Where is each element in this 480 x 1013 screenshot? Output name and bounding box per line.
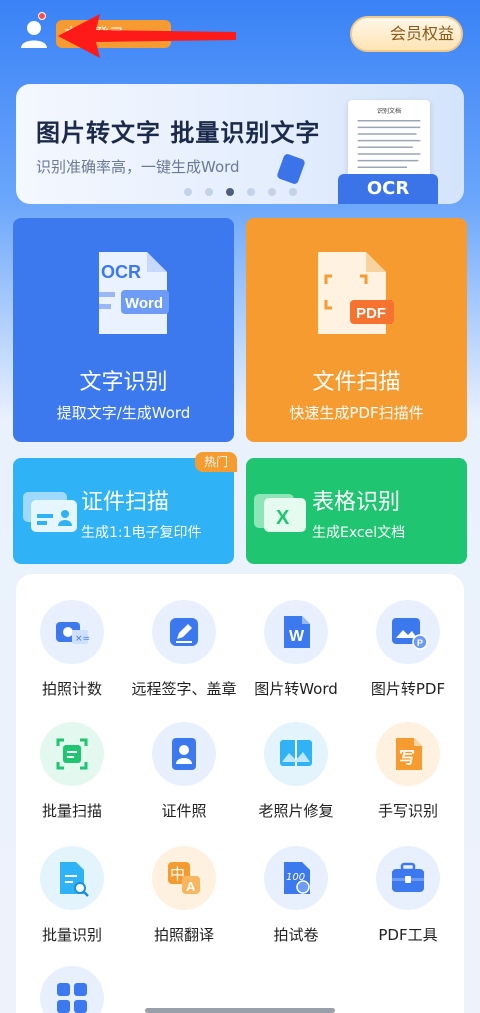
tool-label: 老照片修复 — [258, 802, 334, 820]
user-avatar-icon[interactable] — [18, 18, 50, 50]
tool-image-to-word[interactable]: W 图片转Word — [240, 600, 352, 699]
pagination-dot[interactable] — [184, 188, 192, 196]
tool-batch-recognize[interactable]: 批量识别 — [16, 846, 128, 945]
svg-text:P: P — [417, 638, 423, 648]
pagination-dot[interactable] — [289, 188, 297, 196]
text-recognition-card[interactable]: OCR Word 文字识别 提取文字/生成Word — [13, 218, 234, 442]
exam-paper-icon: 100 — [264, 846, 328, 910]
tool-photo-translate[interactable]: 中 A 拍照翻译 — [128, 846, 240, 945]
tool-label: PDF工具 — [378, 926, 438, 944]
banner-ocr-badge: OCR — [338, 174, 438, 204]
file-scan-subtitle: 快速生成PDF扫描件 — [289, 404, 424, 422]
tool-more-apps[interactable] — [16, 966, 128, 1013]
notification-dot — [38, 12, 46, 20]
batch-scan-icon — [40, 722, 104, 786]
tool-image-to-pdf[interactable]: P 图片转PDF — [352, 600, 464, 699]
tool-pdf-tools[interactable]: PDF工具 — [352, 846, 464, 945]
handwriting-icon: 写 — [376, 722, 440, 786]
word-doc-icon: W — [264, 600, 328, 664]
banner-doc-title: 识别文档 — [376, 108, 401, 115]
tools-panel: ×= 拍照计数 远程签字、盖章 W 图片转Word P 图片转PDF 批量扫描 … — [16, 574, 464, 1013]
pagination-dot-active[interactable] — [226, 188, 234, 196]
tool-label: 远程签字、盖章 — [131, 680, 237, 698]
handwriting-glyph: 写 — [399, 748, 415, 767]
tool-label: 图片转PDF — [370, 680, 446, 698]
camera-count-icon: ×= — [40, 600, 104, 664]
pen-sign-icon — [152, 600, 216, 664]
red-arrow-annotation — [58, 14, 236, 58]
grid-apps-icon — [40, 966, 104, 1013]
svg-text:A: A — [186, 879, 196, 894]
id-card-icon — [23, 492, 77, 532]
word-tag-text: Word — [125, 295, 163, 312]
excel-icon: X — [254, 494, 306, 532]
translate-icon: 中 A — [152, 846, 216, 910]
image-pdf-icon: P — [376, 600, 440, 664]
id-scan-subtitle: 生成1:1电子复印件 — [81, 525, 202, 541]
tool-label: 证件照 — [161, 802, 207, 820]
tool-label: 拍照翻译 — [153, 926, 214, 944]
briefcase-icon — [376, 846, 440, 910]
tool-label: 手写识别 — [377, 802, 438, 820]
file-scan-card[interactable]: PDF 文件扫描 快速生成PDF扫描件 — [246, 218, 467, 442]
word-glyph: W — [289, 628, 305, 645]
tool-photo-restore[interactable]: 老照片修复 — [240, 722, 352, 821]
id-photo-icon — [152, 722, 216, 786]
table-recognition-card[interactable]: X 表格识别 生成Excel文档 — [246, 458, 467, 564]
tool-remote-sign[interactable]: 远程签字、盖章 — [128, 600, 240, 699]
vip-benefits-button[interactable]: 会员权益 — [350, 16, 463, 52]
id-scan-title: 证件扫描 — [81, 490, 170, 515]
tool-exam-paper[interactable]: 100 拍试卷 — [240, 846, 352, 945]
tool-batch-scan[interactable]: 批量扫描 — [16, 722, 128, 821]
ocr-word-icon: OCR Word — [99, 252, 169, 334]
photo-restore-icon — [264, 722, 328, 786]
banner-pagination — [184, 188, 297, 196]
pdf-tag-text: PDF — [356, 305, 386, 322]
tool-label: 批量扫描 — [41, 802, 102, 820]
table-recognition-title: 表格识别 — [312, 490, 401, 515]
hot-badge: 热门 — [195, 452, 237, 472]
tool-label: 拍照计数 — [41, 680, 102, 698]
tool-label: 图片转Word — [254, 680, 338, 698]
text-recognition-title: 文字识别 — [79, 370, 168, 395]
tool-label: 批量识别 — [41, 926, 102, 944]
ocr-icon-text: OCR — [101, 262, 141, 282]
tool-photo-count[interactable]: ×= 拍照计数 — [16, 600, 128, 699]
batch-recognize-icon — [40, 846, 104, 910]
excel-tag-text: X — [276, 507, 290, 529]
text-recognition-subtitle: 提取文字/生成Word — [56, 404, 191, 422]
banner-subtitle: 识别准确率高，一键生成Word — [36, 158, 240, 176]
home-indicator[interactable] — [145, 1008, 335, 1013]
pagination-dot[interactable] — [268, 188, 276, 196]
pagination-dot[interactable] — [205, 188, 213, 196]
tool-label: 拍试卷 — [273, 926, 319, 944]
tool-id-photo[interactable]: 证件照 — [128, 722, 240, 821]
pdf-scan-icon: PDF — [318, 252, 394, 334]
file-scan-title: 文件扫描 — [312, 370, 401, 395]
tool-handwriting[interactable]: 写 手写识别 — [352, 722, 464, 821]
pagination-dot[interactable] — [247, 188, 255, 196]
id-scan-card[interactable]: 证件扫描 生成1:1电子复印件 — [13, 458, 234, 564]
table-recognition-subtitle: 生成Excel文档 — [312, 525, 406, 541]
svg-text:×=: ×= — [75, 634, 90, 644]
banner-title: 图片转文字 批量识别文字 — [36, 119, 321, 147]
